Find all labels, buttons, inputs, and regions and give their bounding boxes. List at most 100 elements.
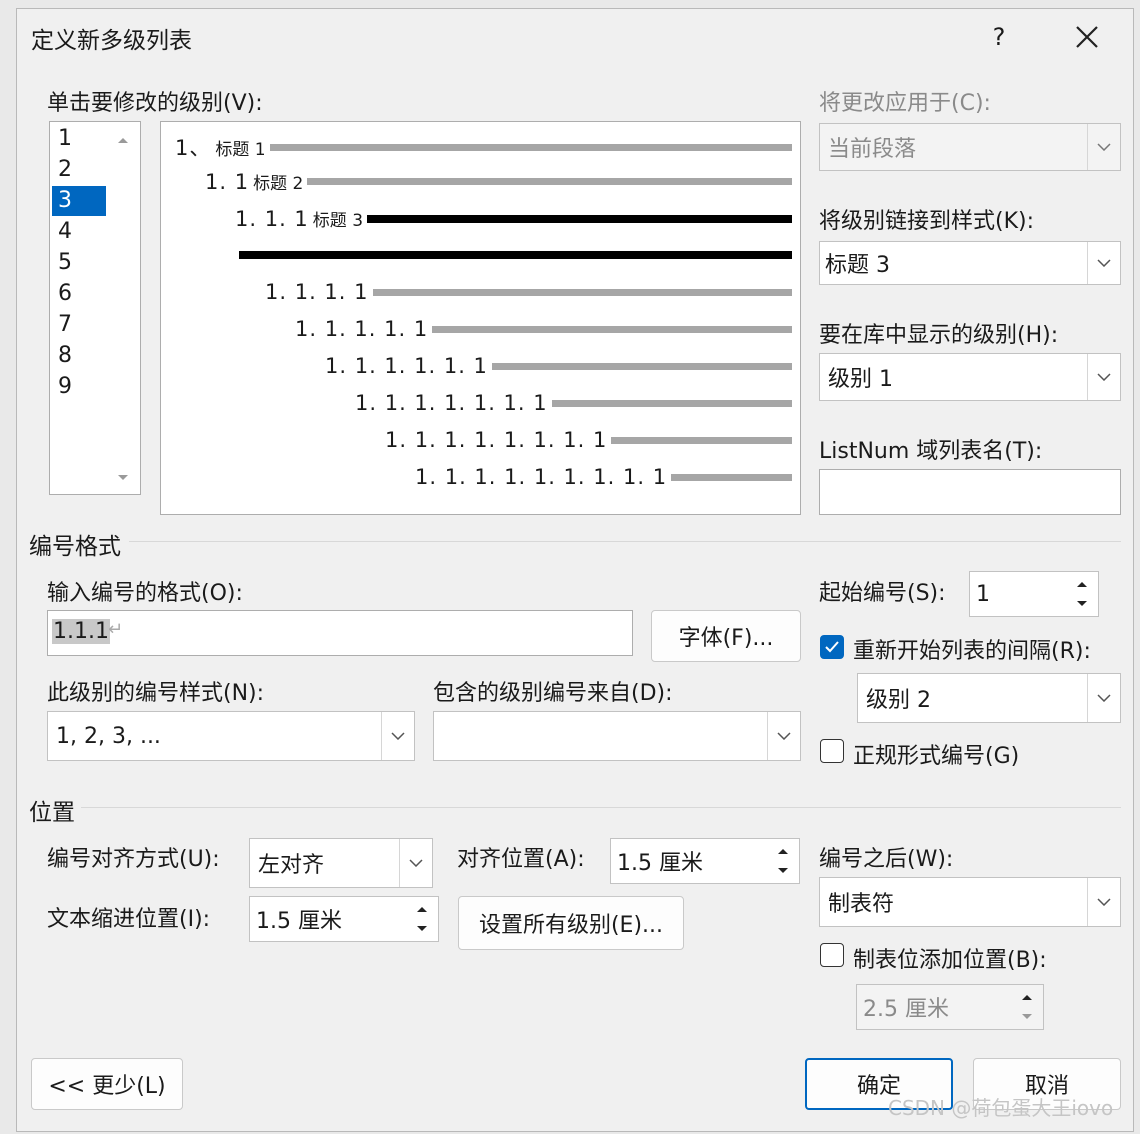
text-indent-value: 1.5 厘米 <box>256 909 342 934</box>
close-icon <box>1076 26 1098 48</box>
spin-up-icon[interactable] <box>1068 575 1096 593</box>
level-item[interactable]: 5 <box>52 248 106 278</box>
restart-label[interactable]: 重新开始列表的间隔(R): <box>853 633 1091 665</box>
text-indent-label: 文本缩进位置(I): <box>47 907 211 932</box>
define-multilevel-list-dialog: 定义新多级列表 ? 单击要修改的级别(V): 123456789 1、 标题 11… <box>16 8 1134 1132</box>
legal-numbering-checkbox[interactable] <box>820 739 844 763</box>
preview-number: 1. 1. 1. 1. 1. 1. 1. 1 <box>385 428 608 452</box>
preview-text-line <box>551 399 792 407</box>
link-style-select[interactable]: 标题 3 <box>819 241 1121 285</box>
preview-row: 1. 1. 1. 1 <box>265 280 792 304</box>
level-item[interactable]: 3 <box>52 186 106 216</box>
gallery-level-label: 要在库中显示的级别(H): <box>819 323 1059 348</box>
preview-text-line <box>307 178 792 185</box>
preview-text-line <box>239 251 792 259</box>
level-listbox[interactable]: 123456789 <box>49 121 141 495</box>
apply-to-label: 将更改应用于(C): <box>819 91 991 116</box>
gallery-level-select[interactable]: 级别 1 <box>819 353 1121 401</box>
preview-number: 1. 1. 1. 1. 1. 1 <box>325 354 488 378</box>
apply-to-value: 当前段落 <box>828 137 917 162</box>
include-level-label: 包含的级别编号来自(D): <box>433 681 673 706</box>
format-input[interactable]: 1.1.1 ↵ <box>47 610 633 656</box>
preview-number: 1. 1. 1. 1 <box>265 280 369 304</box>
start-at-spinner[interactable]: 1 <box>969 571 1099 617</box>
level-item[interactable]: 6 <box>52 279 106 309</box>
number-style-value: 1, 2, 3, ... <box>56 723 161 749</box>
help-button[interactable]: ? <box>979 19 1019 55</box>
tab-stop-checkbox[interactable] <box>820 943 844 967</box>
preview-number: 1. 1. 1 <box>235 206 309 231</box>
chevron-down-icon <box>1087 878 1120 926</box>
preview-text-line <box>269 143 792 151</box>
tab-stop-label[interactable]: 制表位添加位置(B): <box>853 942 1047 974</box>
spin-down-icon[interactable] <box>408 920 436 938</box>
level-preview: 1、 标题 1 1. 1 标题 2 1. 1. 1 标题 3 1. 1. 1. 1 1. 1.… <box>160 121 801 515</box>
legal-numbering-label[interactable]: 正规形式编号(G) <box>853 738 1019 770</box>
paragraph-mark-icon: ↵ <box>108 619 124 640</box>
preview-text-line <box>671 473 792 481</box>
spin-down-icon[interactable] <box>769 862 797 880</box>
chevron-down-icon <box>767 712 800 760</box>
font-button[interactable]: 字体(F)... <box>651 610 801 662</box>
level-item[interactable]: 8 <box>52 341 106 371</box>
chevron-down-icon <box>381 712 414 760</box>
close-button[interactable] <box>1065 15 1109 59</box>
preview-row: 1. 1. 1. 1. 1. 1. 1 <box>355 391 792 415</box>
align-at-label: 对齐位置(A): <box>457 847 585 872</box>
scroll-up-arrow-icon <box>118 138 128 143</box>
spin-up-icon <box>1013 988 1041 1006</box>
restart-checkbox[interactable] <box>820 635 844 659</box>
tab-stop-value: 2.5 厘米 <box>863 997 949 1022</box>
align-at-spinner[interactable]: 1.5 厘米 <box>610 838 800 884</box>
preview-text-line <box>367 214 792 223</box>
follow-number-label: 编号之后(W): <box>819 847 954 872</box>
scroll-down-arrow-icon <box>118 475 128 480</box>
preview-number: 1. 1 <box>205 169 250 194</box>
number-align-value: 左对齐 <box>258 853 325 878</box>
number-align-select[interactable]: 左对齐 <box>249 838 433 888</box>
number-format-section-title: 编号格式 <box>29 534 121 560</box>
levels-label: 单击要修改的级别(V): <box>47 91 263 116</box>
csdn-watermark: CSDN @荷包蛋大王iovo <box>888 1096 1114 1120</box>
number-format-divider <box>129 541 1121 542</box>
spin-up-icon[interactable] <box>408 900 436 918</box>
level-item[interactable]: 1 <box>52 124 106 154</box>
include-level-select[interactable] <box>433 711 801 761</box>
preview-number: 1. 1. 1. 1. 1 <box>295 317 429 341</box>
start-at-label: 起始编号(S): <box>819 581 946 606</box>
preview-number: 1. 1. 1. 1. 1. 1. 1 <box>355 391 548 415</box>
level-list-scrollbar[interactable] <box>106 122 140 494</box>
set-all-levels-button[interactable]: 设置所有级别(E)... <box>458 896 684 950</box>
spin-up-icon[interactable] <box>769 842 797 860</box>
preview-number: 1、 <box>175 136 212 160</box>
chevron-down-icon <box>1087 674 1120 722</box>
restart-level-select[interactable]: 级别 2 <box>857 673 1121 723</box>
gallery-level-value: 级别 1 <box>828 367 893 392</box>
preview-row: 1. 1. 1. 1. 1. 1. 1. 1 <box>385 428 792 452</box>
follow-number-select[interactable]: 制表符 <box>819 877 1121 927</box>
preview-row: 1. 1. 1. 1. 1. 1 <box>325 354 792 378</box>
chevron-down-icon <box>1087 124 1120 170</box>
start-at-value: 1 <box>976 581 990 607</box>
preview-row: 1. 1. 1. 1. 1 <box>295 317 792 341</box>
level-item[interactable]: 2 <box>52 155 106 185</box>
level-item[interactable]: 4 <box>52 217 106 247</box>
link-style-label: 将级别链接到样式(K): <box>819 209 1035 234</box>
less-button[interactable]: << 更少(L) <box>31 1058 183 1110</box>
align-at-value: 1.5 厘米 <box>617 851 703 876</box>
preview-heading: 标题 1 <box>215 139 266 160</box>
level-item[interactable]: 7 <box>52 310 106 340</box>
restart-level-value: 级别 2 <box>866 688 931 713</box>
text-indent-spinner[interactable]: 1.5 厘米 <box>249 896 439 942</box>
level-item[interactable]: 9 <box>52 372 106 402</box>
preview-row: 1、 标题 1 <box>175 132 792 162</box>
spin-down-icon[interactable] <box>1068 595 1096 613</box>
chevron-down-icon <box>1087 242 1120 284</box>
number-align-label: 编号对齐方式(U): <box>47 847 220 872</box>
preview-text-line <box>611 436 792 444</box>
chevron-down-icon <box>1087 354 1120 400</box>
number-style-label: 此级别的编号样式(N): <box>47 681 265 706</box>
number-style-select[interactable]: 1, 2, 3, ... <box>47 711 415 761</box>
preview-row: 1. 1. 1 标题 3 <box>235 206 792 231</box>
listnum-input[interactable] <box>819 469 1121 515</box>
